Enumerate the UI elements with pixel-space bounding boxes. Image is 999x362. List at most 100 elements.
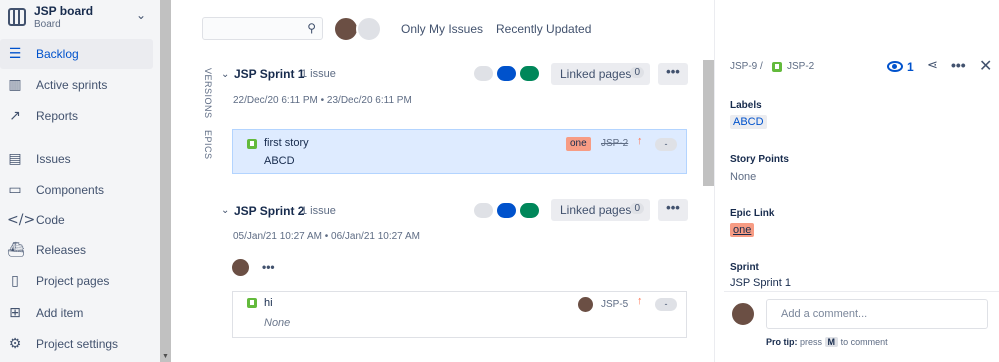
breadcrumb-parent[interactable]: JSP-9 [730, 61, 757, 72]
story-icon [247, 298, 257, 308]
linked-pages-label: Linked pages [560, 203, 632, 217]
comment-input[interactable] [767, 300, 987, 328]
sidebar-item-label: Reports [36, 109, 79, 123]
breadcrumb-issue[interactable]: JSP-2 [787, 61, 814, 72]
sidebar-item-label: Active sprints [36, 78, 108, 92]
status-dot-in-progress [497, 66, 516, 81]
avatar[interactable] [576, 295, 595, 314]
breadcrumb-separator: / [760, 61, 763, 72]
estimate-badge: - [655, 298, 677, 311]
sprint-more-button[interactable]: ••• [658, 63, 688, 85]
unassigned-avatar[interactable] [356, 16, 382, 42]
issue-key[interactable]: JSP-2 [601, 138, 628, 149]
label-tag[interactable]: ABCD [730, 115, 767, 129]
protip-pre: press [800, 337, 823, 347]
sprint-title: JSP Sprint 2 [234, 204, 305, 218]
components-icon: ▭ [8, 182, 22, 198]
estimate-badge: - [655, 138, 677, 151]
sidebar-item-active-sprints[interactable]: ▥ Active sprints [0, 70, 153, 100]
eye-icon[interactable] [887, 61, 903, 72]
sidebar-item-components[interactable]: ▭ Components [0, 175, 153, 205]
linked-pages-count: 0 [630, 67, 644, 78]
search-icon: ⚲ [307, 21, 316, 35]
sprint-issue-count: 1 issue [301, 68, 336, 80]
more-icon[interactable]: ••• [951, 57, 966, 73]
sidebar-item-label: Backlog [36, 47, 79, 61]
sidebar: JSP board Board ⌄ ☰ Backlog ▥ Active spr… [0, 0, 160, 362]
issue-key[interactable]: JSP-5 [601, 299, 628, 310]
avatar[interactable] [230, 257, 251, 278]
chevron-down-icon[interactable]: ⌄ [221, 205, 229, 216]
quick-filter-my-issues[interactable]: Only My Issues [401, 22, 483, 36]
sidebar-item-label: Code [36, 213, 65, 227]
linked-pages-label: Linked pages [560, 67, 632, 81]
status-dot-done [520, 66, 539, 81]
board-icon [8, 8, 26, 26]
story-points-value[interactable]: None [730, 171, 756, 183]
sidebar-item-code[interactable]: </> Code [0, 205, 153, 235]
issues-icon: ▤ [8, 151, 22, 167]
board-icon: ▥ [8, 77, 22, 93]
assignee-more-button[interactable]: ••• [262, 260, 275, 274]
linked-pages-button[interactable]: Linked pages 0 [551, 63, 650, 85]
tab-epics[interactable]: EPICS [203, 130, 213, 160]
chevron-down-icon[interactable]: ⌄ [136, 8, 146, 22]
divider [724, 291, 999, 292]
close-icon[interactable]: ✕ [979, 56, 992, 75]
releases-icon: ⛴ [7, 242, 25, 258]
search-input[interactable]: ⚲ [202, 17, 323, 40]
story-icon [772, 62, 782, 72]
quick-filter-recently-updated[interactable]: Recently Updated [496, 22, 591, 36]
sprint-issue-count: 1 issue [301, 205, 336, 217]
sprint-label: Sprint [730, 262, 759, 273]
sprint-value[interactable]: JSP Sprint 1 [730, 277, 791, 289]
table-row[interactable]: hi None JSP-5 ↑ - [232, 291, 687, 338]
epic-lozenge[interactable]: one [566, 137, 591, 151]
sidebar-item-project-settings[interactable]: ⚙ Project settings [0, 329, 153, 359]
epic-link-label: Epic Link [730, 208, 775, 219]
status-dot-todo [474, 66, 493, 81]
backlog-icon: ☰ [8, 46, 22, 62]
status-dot-in-progress [497, 203, 516, 218]
labels-label: Labels [730, 100, 762, 111]
chevron-down-icon[interactable]: ⌄ [221, 69, 229, 80]
comment-field[interactable] [766, 299, 988, 329]
reports-icon: ↗ [9, 108, 21, 124]
issue-epic-text: None [264, 317, 291, 329]
sidebar-item-label: Issues [36, 152, 71, 166]
avatar [730, 301, 756, 327]
sidebar-item-label: Releases [36, 243, 87, 257]
protip: Pro tip: press M to comment [766, 337, 888, 347]
tab-versions[interactable]: VERSIONS [203, 68, 213, 119]
code-icon: </> [7, 212, 36, 228]
linked-pages-button[interactable]: Linked pages 0 [551, 199, 650, 221]
sidebar-item-issues[interactable]: ▤ Issues [0, 144, 153, 174]
priority-icon: ↑ [637, 295, 643, 307]
sidebar-item-add-item[interactable]: ⊞ Add item [0, 298, 153, 328]
issue-epic-text: ABCD [264, 155, 295, 167]
protip-label: Pro tip: [766, 337, 798, 347]
settings-icon: ⚙ [8, 336, 22, 352]
sprint-dates: 22/Dec/20 6:11 PM • 23/Dec/20 6:11 PM [233, 95, 412, 106]
sidebar-item-project-pages[interactable]: ▯ Project pages [0, 266, 153, 296]
story-points-label: Story Points [730, 154, 789, 165]
table-row[interactable]: first story ABCD one JSP-2 ↑ - [232, 129, 687, 174]
main-scrollbar[interactable] [703, 60, 714, 186]
story-icon [247, 139, 257, 149]
watch-count[interactable]: 1 [907, 60, 914, 74]
sidebar-item-releases[interactable]: ⛴ Releases [0, 235, 153, 265]
issue-summary: hi [264, 297, 273, 309]
status-dot-todo [474, 203, 493, 218]
project-switcher[interactable]: JSP board Board ⌄ [0, 0, 160, 36]
protip-post: to comment [840, 337, 888, 347]
sidebar-item-backlog[interactable]: ☰ Backlog [0, 39, 153, 69]
project-type: Board [34, 19, 61, 30]
sidebar-scrollbar[interactable] [160, 0, 171, 362]
sprint-dates: 05/Jan/21 10:27 AM • 06/Jan/21 10:27 AM [233, 231, 420, 242]
protip-key: M [824, 337, 839, 347]
priority-icon: ↑ [637, 135, 643, 147]
epic-link-value[interactable]: one [730, 223, 755, 237]
sprint-more-button[interactable]: ••• [658, 199, 688, 221]
share-icon[interactable]: ⋖ [927, 58, 938, 73]
sidebar-item-reports[interactable]: ↗ Reports [0, 101, 153, 131]
